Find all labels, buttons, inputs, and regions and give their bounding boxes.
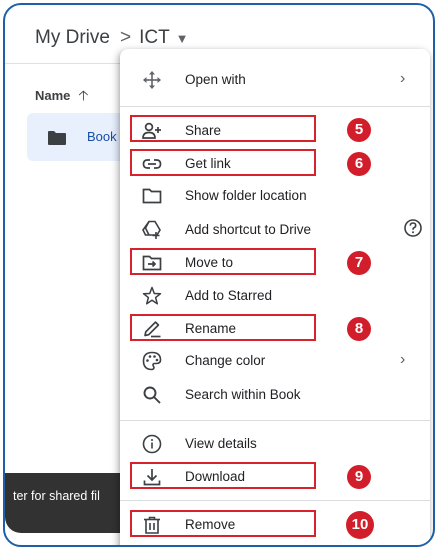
- screenshot-frame: My Drive > ICT ▼ Name 🡡 Book ter for shared …: [3, 3, 435, 547]
- info-icon: [142, 434, 162, 454]
- menu-divider: [120, 420, 430, 421]
- folder-outline-icon: [142, 188, 162, 204]
- search-icon: [143, 386, 161, 404]
- menu-item-label: View details: [185, 436, 257, 451]
- annotation-marker-6: 6: [347, 152, 371, 176]
- caret-down-icon[interactable]: ▼: [176, 31, 189, 46]
- menu-item-label: Add to Starred: [185, 288, 273, 303]
- snackbar-text: ter for shared fil: [13, 489, 100, 503]
- annotation-marker-10: 10: [346, 511, 374, 539]
- menu-item-open-with[interactable]: Open with ›: [120, 65, 430, 95]
- help-icon[interactable]: [403, 218, 423, 238]
- menu-divider: [120, 500, 430, 501]
- annotation-box-rename: [130, 314, 316, 341]
- context-menu: Open with › Share 5 Get link 6 Show fold…: [120, 49, 430, 545]
- file-name: Book: [87, 129, 117, 144]
- menu-item-label: Change color: [185, 353, 266, 368]
- annotation-box-share: [130, 115, 316, 142]
- snackbar: ter for shared fil: [5, 473, 125, 533]
- annotation-marker-9: 9: [347, 465, 371, 489]
- annotation-box-move-to: [130, 248, 316, 275]
- annotation-box-get-link: [130, 149, 316, 176]
- add-shortcut-icon: [142, 220, 161, 239]
- menu-item-view-details[interactable]: View details: [120, 429, 430, 459]
- open-with-icon: [143, 71, 161, 89]
- breadcrumb-root[interactable]: My Drive: [35, 27, 110, 48]
- menu-item-label: Search within Book: [185, 387, 301, 402]
- chevron-right-icon: ›: [400, 351, 406, 368]
- menu-item-label: Show folder location: [185, 188, 307, 203]
- menu-item-change-color[interactable]: Change color ›: [120, 346, 430, 376]
- annotation-box-download: [130, 462, 316, 489]
- name-column-header[interactable]: Name 🡡: [35, 85, 88, 109]
- star-icon: [142, 286, 162, 305]
- annotation-marker-8: 8: [347, 317, 371, 341]
- breadcrumb: My Drive > ICT ▼: [35, 27, 189, 49]
- menu-item-add-shortcut[interactable]: Add shortcut to Drive: [120, 215, 430, 245]
- folder-icon: [48, 131, 66, 145]
- sort-up-arrow-icon[interactable]: 🡡: [78, 87, 88, 103]
- header-divider: [5, 63, 125, 64]
- annotation-box-remove: [130, 510, 316, 537]
- menu-item-label: Add shortcut to Drive: [185, 222, 312, 237]
- chevron-right-icon: ›: [400, 70, 406, 87]
- annotation-marker-7: 7: [347, 251, 371, 275]
- breadcrumb-current[interactable]: ICT: [139, 27, 170, 48]
- annotation-marker-5: 5: [347, 118, 371, 142]
- menu-item-show-folder-location[interactable]: Show folder location: [120, 181, 430, 211]
- menu-divider: [120, 106, 430, 107]
- menu-item-search-within[interactable]: Search within Book: [120, 380, 430, 410]
- name-column-label: Name: [35, 88, 71, 103]
- menu-item-add-to-starred[interactable]: Add to Starred: [120, 281, 430, 311]
- menu-item-label: Open with: [185, 72, 246, 87]
- palette-icon: [142, 351, 162, 371]
- breadcrumb-separator: >: [119, 27, 132, 48]
